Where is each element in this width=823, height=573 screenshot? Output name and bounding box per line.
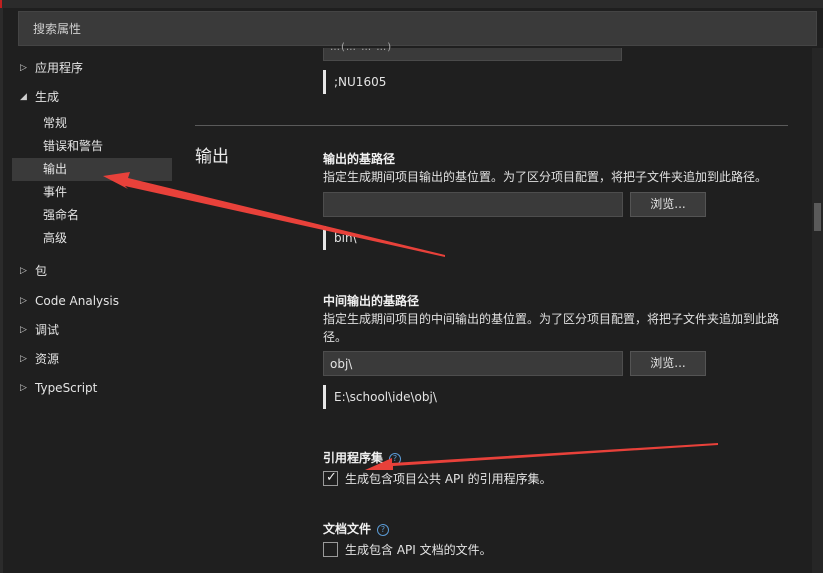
reference-assembly-checkbox[interactable] xyxy=(323,470,338,486)
collapse-triangle-icon[interactable]: ◢ xyxy=(20,86,30,109)
nav-item-build[interactable]: ◢ 生成 xyxy=(12,86,172,109)
intermediate-output-input[interactable] xyxy=(323,351,623,376)
nav-item-label: 生成 xyxy=(35,90,60,104)
nav-item-package[interactable]: ▷ 包 xyxy=(12,260,172,283)
help-icon[interactable]: ? xyxy=(377,524,390,536)
nav-item-label: 事件 xyxy=(43,185,68,199)
nav-item-label: 常规 xyxy=(43,116,68,130)
expand-triangle-icon[interactable]: ▷ xyxy=(20,319,30,342)
documentation-file-heading-text: 文档文件 xyxy=(323,522,372,536)
nav-item-resources[interactable]: ▷ 资源 xyxy=(12,348,172,371)
intermediate-output-browse-button[interactable]: 浏览... xyxy=(630,351,706,376)
documentation-file-heading: 文档文件? xyxy=(323,520,390,537)
scrollbar-thumb[interactable] xyxy=(814,203,821,231)
expand-triangle-icon[interactable]: ▷ xyxy=(20,290,30,313)
expand-triangle-icon[interactable]: ▷ xyxy=(20,348,30,371)
nav-item-events[interactable]: 事件 xyxy=(12,181,172,204)
nav-item-label: Code Analysis xyxy=(35,294,119,308)
previous-setting-value: …(… … …) xyxy=(330,42,393,53)
help-icon[interactable]: ? xyxy=(389,453,402,465)
previous-evaluated-value: ;NU1605 xyxy=(323,70,386,94)
expand-triangle-icon[interactable]: ▷ xyxy=(20,377,30,400)
annotation-arrow-reference-assembly xyxy=(365,443,718,470)
section-title: 输出 xyxy=(195,147,229,167)
left-edge xyxy=(0,8,3,573)
reference-assembly-checkbox-label: 生成包含项目公共 API 的引用程序集。 xyxy=(345,472,552,486)
expand-triangle-icon[interactable]: ▷ xyxy=(20,260,30,283)
top-strip-marker xyxy=(0,0,2,8)
nav-item-label: 调试 xyxy=(35,323,60,337)
section-divider xyxy=(195,125,788,126)
nav-item-strong-naming[interactable]: 强命名 xyxy=(12,204,172,227)
nav-item-label: 输出 xyxy=(43,162,68,176)
nav-item-label: 错误和警告 xyxy=(43,139,104,153)
previous-setting-input[interactable]: …(… … …) xyxy=(323,42,622,61)
reference-assembly-heading-text: 引用程序集 xyxy=(323,451,384,465)
nav-item-label: 包 xyxy=(35,264,48,278)
expand-triangle-icon[interactable]: ▷ xyxy=(20,57,30,80)
nav-item-output[interactable]: 输出 xyxy=(12,158,172,181)
intermediate-output-description: 指定生成期间项目的中间输出的基位置。为了区分项目配置，将把子文件夹追加到此路径。 xyxy=(323,312,780,344)
base-output-input[interactable] xyxy=(323,192,623,217)
base-output-description: 指定生成期间项目输出的基位置。为了区分项目配置，将把子文件夹追加到此路径。 xyxy=(323,170,768,184)
base-output-browse-button[interactable]: 浏览... xyxy=(630,192,706,217)
nav-item-code-analysis[interactable]: ▷ Code Analysis xyxy=(12,290,172,313)
nav-item-typescript[interactable]: ▷ TypeScript xyxy=(12,377,172,400)
nav-item-application[interactable]: ▷ 应用程序 xyxy=(12,57,172,80)
nav-item-advanced[interactable]: 高级 xyxy=(12,227,172,250)
search-box[interactable] xyxy=(18,11,817,46)
documentation-file-checkbox[interactable] xyxy=(323,542,338,557)
nav-item-general[interactable]: 常规 xyxy=(12,112,172,135)
base-output-heading: 输出的基路径 xyxy=(323,152,396,166)
nav-item-label: 高级 xyxy=(43,231,68,245)
nav-item-label: 强命名 xyxy=(43,208,80,222)
reference-assembly-heading: 引用程序集? xyxy=(323,449,402,466)
base-output-evaluated: bin\ xyxy=(323,226,357,250)
search-input[interactable] xyxy=(19,12,816,45)
nav-item-errors-warnings[interactable]: 错误和警告 xyxy=(12,135,172,158)
nav-item-label: 应用程序 xyxy=(35,61,84,75)
intermediate-output-heading: 中间输出的基路径 xyxy=(323,294,420,308)
nav-item-label: TypeScript xyxy=(35,381,98,395)
nav-item-debug[interactable]: ▷ 调试 xyxy=(12,319,172,342)
top-strip xyxy=(0,0,823,8)
documentation-file-checkbox-label: 生成包含 API 文档的文件。 xyxy=(345,543,492,557)
intermediate-output-evaluated: E:\school\ide\obj\ xyxy=(323,385,437,409)
nav-item-label: 资源 xyxy=(35,352,60,366)
vertical-scrollbar[interactable] xyxy=(812,48,823,573)
